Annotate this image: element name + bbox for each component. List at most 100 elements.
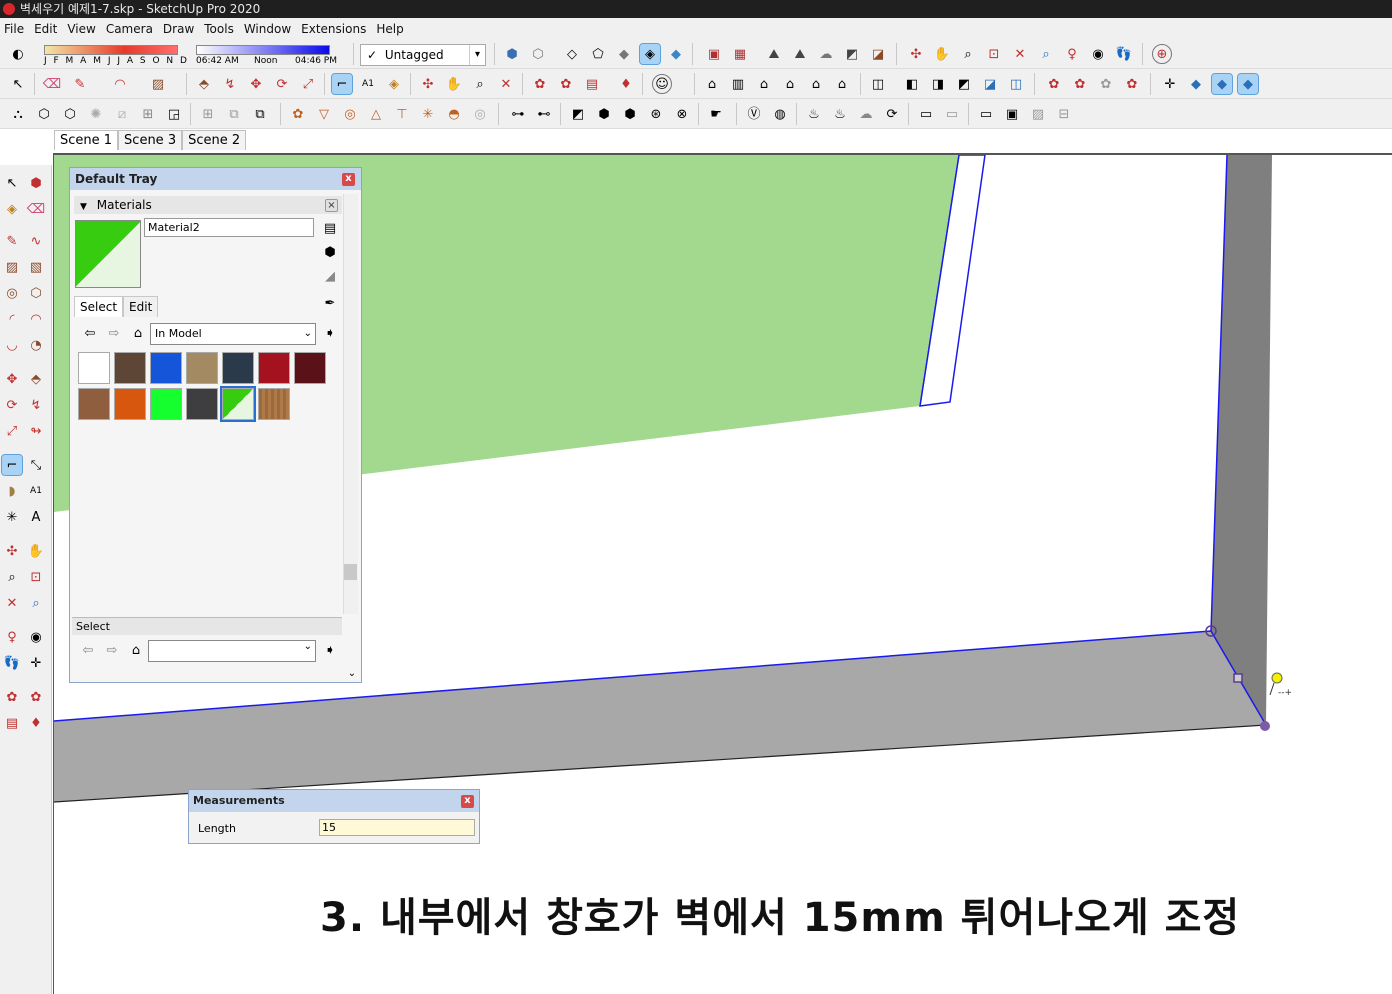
tab-select[interactable]: Select (74, 296, 124, 317)
material-swatch[interactable] (222, 352, 254, 384)
slice-icon[interactable]: ◩ (568, 104, 588, 124)
component-options-icon[interactable]: ✿ (1070, 74, 1090, 94)
follow-me-icon[interactable]: ↯ (220, 74, 240, 94)
display-section-cuts-icon[interactable]: ◆ (1237, 73, 1259, 95)
in-model-home-icon[interactable]: ⌂ (128, 323, 148, 343)
material-name-field[interactable]: Material2 (144, 218, 314, 237)
back-arrow-2-icon[interactable]: ⇦ (78, 640, 98, 660)
previous-view-icon[interactable]: ⌕ (26, 593, 46, 613)
rotate-tool-icon[interactable]: ⟳ (2, 395, 22, 415)
tray-close-button[interactable]: x (342, 173, 355, 186)
pan-icon[interactable]: ✋ (26, 541, 46, 561)
axes-icon[interactable]: ✛ (1160, 74, 1180, 94)
material-swatch[interactable] (220, 386, 256, 422)
rectangle-tool-icon[interactable]: ▨ (2, 257, 22, 277)
back-arrow-icon[interactable]: ⇦ (80, 323, 100, 343)
three-point-arc-icon[interactable]: ◡ (2, 335, 22, 355)
warehouse-2-icon[interactable]: ✿ (530, 74, 550, 94)
paint-bucket-icon[interactable]: ◈ (2, 199, 22, 219)
user-account-icon[interactable]: ☺ (652, 74, 672, 94)
current-material-preview[interactable] (75, 220, 141, 288)
image-icon[interactable]: ▨ (1028, 104, 1048, 124)
rectangle-tool-icon[interactable]: ▨ (148, 74, 168, 94)
menu-file[interactable]: File (4, 22, 32, 36)
extension-warehouse-icon[interactable]: ▦ (730, 44, 750, 64)
window-panel-2-icon[interactable]: ▣ (1002, 104, 1022, 124)
scale-tool-icon[interactable]: ⤢ (298, 74, 318, 94)
material-swatch[interactable] (294, 352, 326, 384)
menu-tools[interactable]: Tools (204, 22, 242, 36)
materials-close-button[interactable]: × (325, 199, 338, 212)
style-hidden-line-icon[interactable]: ⬠ (588, 44, 608, 64)
left-view-icon[interactable]: ⌂ (832, 74, 852, 94)
create-material-icon[interactable]: ⬢ (320, 242, 340, 262)
refresh-render-icon[interactable]: ⟳ (882, 104, 902, 124)
tab-edit[interactable]: Edit (123, 296, 159, 317)
line-tool-icon[interactable]: ✎ (2, 231, 22, 251)
weld-icon[interactable]: ⊶ (508, 104, 528, 124)
home-2-icon[interactable]: ⌂ (126, 640, 146, 660)
default-material-icon[interactable]: ◢ (320, 266, 340, 286)
solid-intersect-icon[interactable]: ◧ (902, 74, 922, 94)
solid-outer-shell-icon[interactable]: ◫ (868, 74, 888, 94)
fredo-triangle-icon[interactable]: △ (366, 104, 386, 124)
measurements-value-field[interactable]: 15 (319, 819, 475, 836)
component-attributes-icon[interactable]: ✿ (1096, 74, 1116, 94)
pan-icon[interactable]: ✋ (932, 44, 952, 64)
rotated-rectangle-icon[interactable]: ▧ (26, 257, 46, 277)
text-tool-icon[interactable]: A1 (358, 74, 378, 94)
materials-panel-header[interactable]: ▼ Materials × (74, 196, 342, 214)
zoom-window-icon[interactable]: ⊡ (26, 567, 46, 587)
style-shaded-icon[interactable]: ◆ (614, 44, 634, 64)
display-secondary-pane-icon[interactable]: ▤ (320, 218, 340, 238)
paint-bucket-icon[interactable]: ◈ (384, 74, 404, 94)
protractor-icon[interactable]: ◗ (2, 481, 22, 501)
sphere-icon[interactable]: ⊛ (646, 104, 666, 124)
tab-scene-3[interactable]: Scene 3 (118, 130, 183, 150)
explode-icon[interactable]: ⊷ (534, 104, 554, 124)
style-backedges-icon[interactable]: ⬡ (528, 44, 548, 64)
select-tool-icon[interactable]: ↖ (8, 74, 28, 94)
tag-selector[interactable]: ✓ Untagged ▾ (360, 44, 486, 66)
forward-arrow-icon[interactable]: ⇨ (104, 323, 124, 343)
zoom-2-icon[interactable]: ⌕ (470, 74, 490, 94)
menu-extensions[interactable]: Extensions (301, 22, 374, 36)
arc-tool-icon[interactable]: ◜ (2, 309, 22, 329)
style-shaded-textures-icon[interactable]: ◈ (639, 43, 661, 65)
shadow-toggle-icon[interactable]: ◐ (8, 44, 28, 64)
extension-warehouse-icon[interactable]: ♦ (26, 713, 46, 733)
zoom-icon[interactable]: ⌕ (2, 567, 22, 587)
polygon-tool-icon[interactable]: ⬡ (26, 283, 46, 303)
share-component-icon[interactable]: ▤ (582, 74, 602, 94)
material-swatch[interactable] (114, 352, 146, 384)
select-tool-icon[interactable]: ↖ (2, 173, 22, 193)
camera-path-icon[interactable]: ⛬ (8, 104, 28, 124)
lock-icon[interactable]: ⊟ (1054, 104, 1074, 124)
menu-edit[interactable]: Edit (34, 22, 65, 36)
material-swatch[interactable] (78, 388, 110, 420)
solid-trim-icon[interactable]: ◪ (980, 74, 1000, 94)
sketchup-ruby-icon[interactable]: ⊕ (1152, 44, 1172, 64)
top-view-icon[interactable]: ▥ (728, 74, 748, 94)
box-2-icon[interactable]: ⬢ (620, 104, 640, 124)
zoom-extents-2-icon[interactable]: ✕ (496, 74, 516, 94)
iso-view-icon[interactable]: ⌂ (702, 74, 722, 94)
make-unique-icon[interactable]: ⧉ (224, 104, 244, 124)
front-view-icon[interactable]: ⌂ (754, 74, 774, 94)
tape-measure-icon[interactable]: ⌐ (1, 454, 23, 476)
interact-icon[interactable]: ✿ (1122, 74, 1142, 94)
eraser-icon[interactable]: ⌫ (26, 199, 46, 219)
shadow-month-slider[interactable] (44, 45, 178, 55)
forward-arrow-2-icon[interactable]: ⇨ (102, 640, 122, 660)
menu-window[interactable]: Window (244, 22, 299, 36)
secondary-collection-select[interactable]: ⌄ (148, 640, 316, 662)
pie-tool-icon[interactable]: ◔ (26, 335, 46, 355)
menu-draw[interactable]: Draw (163, 22, 202, 36)
ruby-console-icon[interactable]: ♦ (616, 74, 636, 94)
teapot-icon[interactable]: ♨ (804, 104, 824, 124)
render-cloud-icon[interactable]: ☁ (856, 104, 876, 124)
solid-split-icon[interactable]: ◫ (1006, 74, 1026, 94)
sandbox-smoove-icon[interactable]: ☁ (816, 44, 836, 64)
move-tool-icon[interactable]: ✥ (2, 369, 22, 389)
walk-icon[interactable]: 👣 (1114, 44, 1134, 64)
